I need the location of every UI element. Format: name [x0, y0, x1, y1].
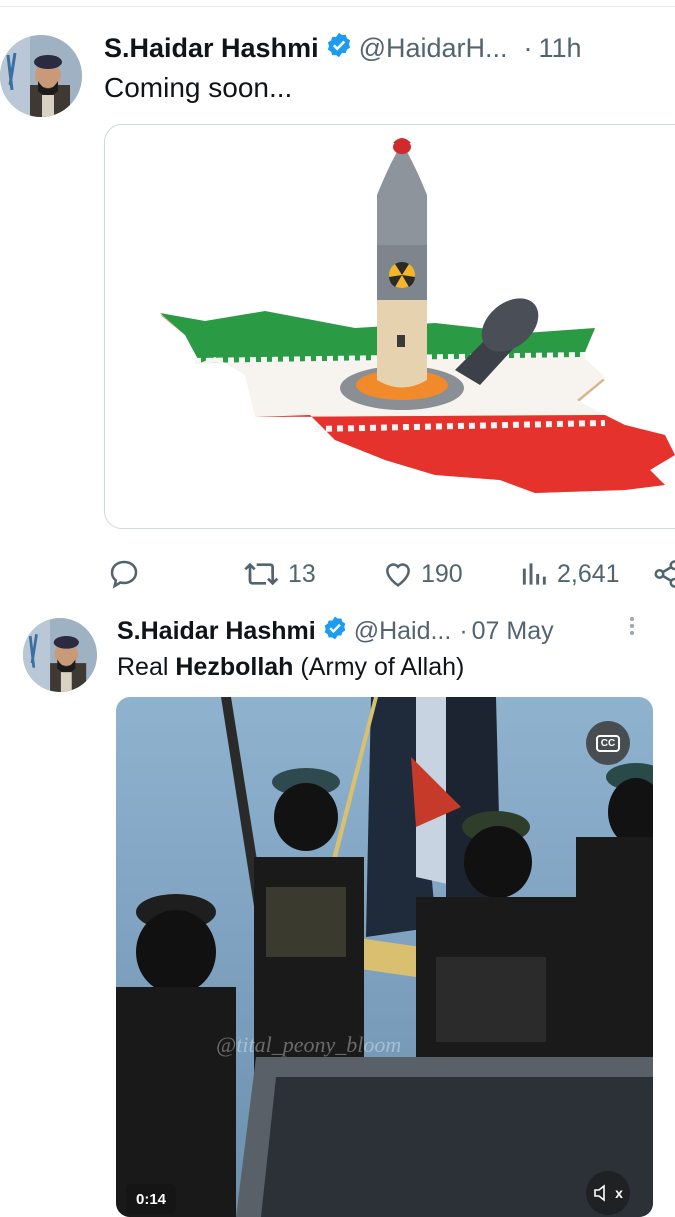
- separator-dot: ·: [523, 32, 533, 63]
- missile-on-iran-map-icon: [105, 125, 675, 528]
- tweet-timestamp[interactable]: 11h: [539, 33, 582, 64]
- tweet-video[interactable]: @tital_peony_bloom CC 0:14 x: [116, 697, 653, 1217]
- mute-label: x: [615, 1185, 623, 1201]
- tweet-2[interactable]: S.Haidar Hashmi @Haid... · 07 May Real H…: [0, 600, 675, 1217]
- retweet-icon: [244, 562, 279, 586]
- cc-label: CC: [595, 734, 621, 752]
- retweet-button[interactable]: 13: [242, 558, 316, 590]
- more-options-icon[interactable]: [630, 614, 634, 638]
- author-name[interactable]: S.Haidar Hashmi: [117, 617, 316, 646]
- reply-button[interactable]: [107, 558, 141, 590]
- speaker-muted-icon: [594, 1184, 605, 1202]
- video-time: 0:14: [136, 1190, 167, 1208]
- tweet-header: S.Haidar Hashmi @Haid... · 07 May: [117, 613, 554, 649]
- verified-badge-icon: [322, 615, 348, 648]
- tweet-header: S.Haidar Hashmi @HaidarH... · 11h: [104, 30, 582, 66]
- views-button[interactable]: 2,641: [519, 558, 620, 590]
- author-handle[interactable]: @HaidarH...: [359, 33, 508, 64]
- views-chart-icon: [522, 563, 546, 585]
- tweet-text: Real Hezbollah (Army of Allah): [117, 653, 464, 682]
- mute-button[interactable]: x: [586, 1171, 630, 1215]
- views-count: 2,641: [557, 559, 620, 588]
- verified-badge-icon: [325, 31, 353, 66]
- author-avatar[interactable]: [23, 618, 97, 692]
- share-button[interactable]: [652, 558, 675, 590]
- video-watermark: @tital_peony_bloom: [216, 1032, 401, 1057]
- retweet-count: 13: [288, 559, 316, 588]
- author-name[interactable]: S.Haidar Hashmi: [104, 33, 319, 64]
- share-icon: [654, 560, 675, 588]
- armed-militants-video-icon: @tital_peony_bloom: [116, 697, 653, 1217]
- author-handle[interactable]: @Haid...: [354, 617, 452, 646]
- video-timer: 0:14: [126, 1184, 177, 1214]
- tweet-image[interactable]: [104, 124, 675, 529]
- tweet-text-suffix: (Army of Allah): [293, 653, 465, 681]
- tweet-1[interactable]: S.Haidar Hashmi @HaidarH... · 11h Coming…: [0, 0, 675, 600]
- like-count: 190: [421, 559, 463, 588]
- tweet-timestamp[interactable]: 07 May: [472, 617, 554, 646]
- closed-captions-button[interactable]: CC: [586, 721, 630, 765]
- tweet-text-prefix: Real: [117, 653, 176, 681]
- author-avatar[interactable]: [0, 35, 82, 117]
- reply-icon: [110, 560, 138, 589]
- like-button[interactable]: 190: [381, 558, 463, 590]
- heart-icon: [386, 563, 410, 587]
- tweet-text-bold: Hezbollah: [175, 653, 294, 681]
- tweet-text: Coming soon...: [104, 72, 293, 103]
- separator-dot: ·: [459, 616, 468, 645]
